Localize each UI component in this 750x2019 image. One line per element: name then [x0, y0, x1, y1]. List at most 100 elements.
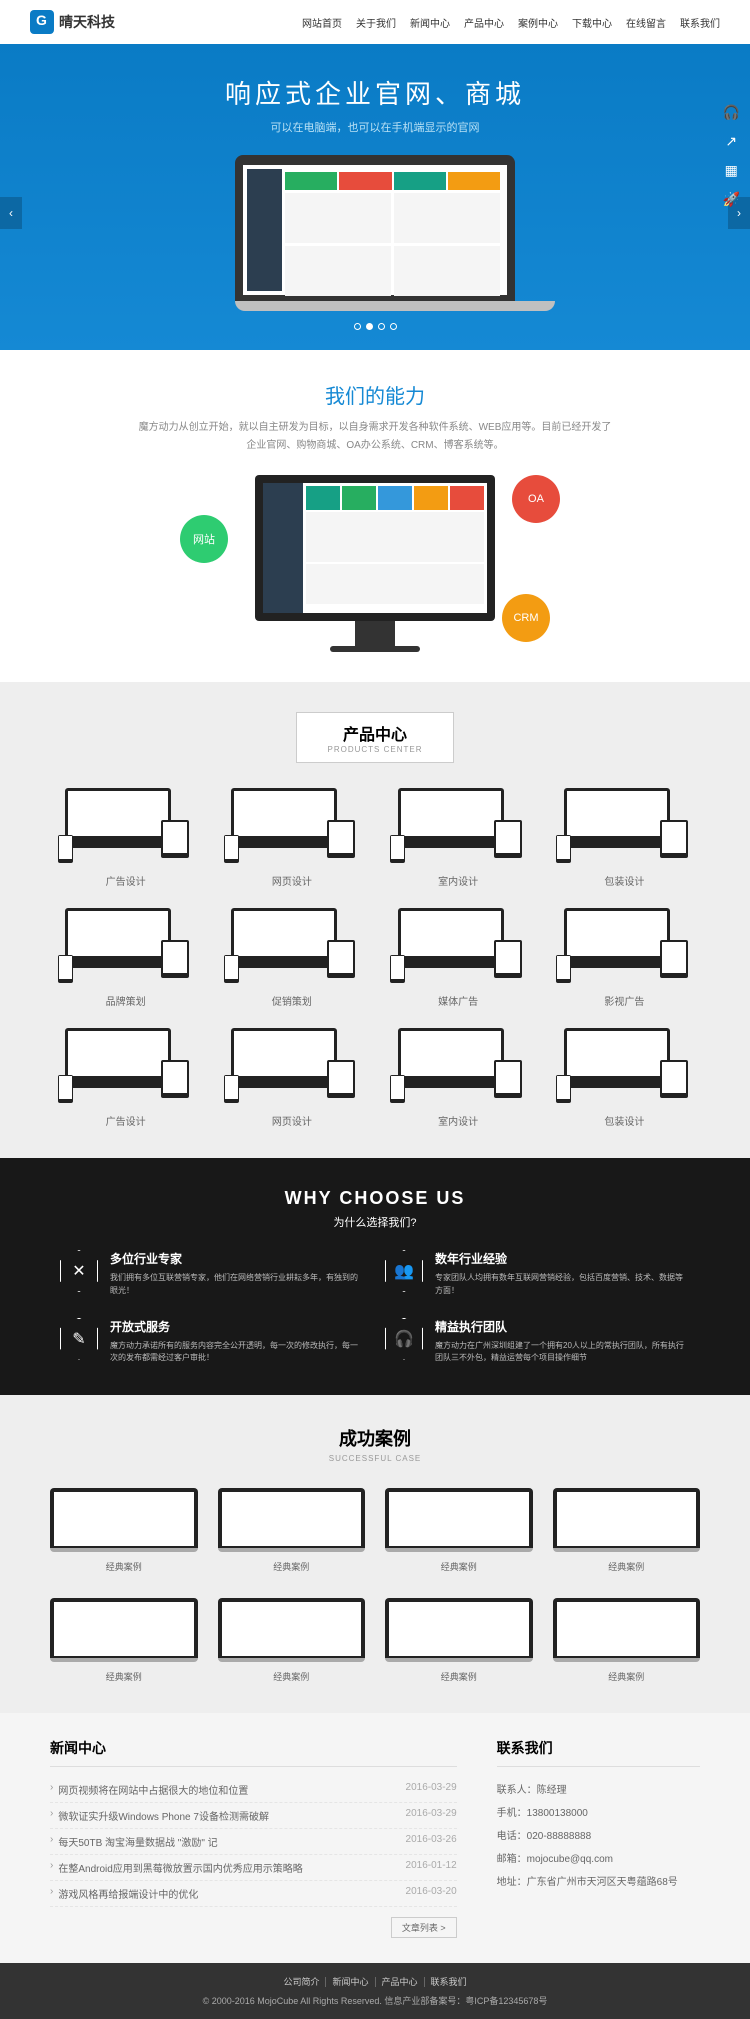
- news-item[interactable]: 在整Android应用到黑莓微放置示国内优秀应用示策略略2016-01-12: [50, 1855, 457, 1881]
- ability-graphic: 网站 OA CRM: [60, 475, 690, 652]
- hero-subtitle: 可以在电脑端，也可以在手机端显示的官网: [0, 119, 750, 135]
- carousel-dot[interactable]: [366, 323, 373, 330]
- nav-item[interactable]: 联系我们: [680, 15, 720, 30]
- products-grid: 广告设计网页设计室内设计包装设计品牌策划促销策划媒体广告影视广告广告设计网页设计…: [50, 788, 700, 1128]
- case-item[interactable]: 经典案例: [385, 1488, 533, 1573]
- news-item[interactable]: 网页视频将在网站中占据很大的地位和位置2016-03-29: [50, 1777, 457, 1803]
- news-title: 新闻中心: [50, 1738, 457, 1767]
- news-item-date: 2016-03-29: [406, 1808, 457, 1823]
- circle-web[interactable]: 网站: [180, 515, 228, 563]
- news-item-title: 在整Android应用到黑莓微放置示国内优秀应用示策略略: [58, 1860, 405, 1875]
- contact-label: 联系人：: [497, 1785, 537, 1796]
- contact-line: 地址：广东省广州市天河区天粤蕴路68号: [497, 1869, 700, 1892]
- contact-value: 陈经理: [537, 1785, 567, 1796]
- news-item[interactable]: 微软证实升级Windows Phone 7设备检测需破解2016-03-29: [50, 1803, 457, 1829]
- carousel-dot[interactable]: [354, 323, 361, 330]
- rocket-icon[interactable]: 🚀: [723, 191, 740, 208]
- circle-crm[interactable]: CRM: [502, 594, 550, 642]
- product-item[interactable]: 室内设计: [383, 1028, 534, 1128]
- nav-item[interactable]: 网站首页: [302, 15, 342, 30]
- news-item-date: 2016-03-29: [406, 1782, 457, 1797]
- footer: 公司简介新闻中心产品中心联系我们 © 2000-2016 MojoCube Al…: [0, 1963, 750, 2019]
- cases-section: 成功案例 SUCCESSFUL CASE 经典案例经典案例经典案例经典案例经典案…: [0, 1395, 750, 1713]
- why-icon: 👥: [385, 1250, 423, 1292]
- why-section: WHY CHOOSE US 为什么选择我们? ✕多位行业专家我们拥有多位互联营销…: [0, 1158, 750, 1395]
- news-item[interactable]: 每天50TB 淘宝海量数据战 "激励" 记2016-03-26: [50, 1829, 457, 1855]
- nav-item[interactable]: 关于我们: [356, 15, 396, 30]
- news-item-title: 微软证实升级Windows Phone 7设备检测需破解: [58, 1808, 405, 1823]
- cases-grid: 经典案例经典案例经典案例经典案例经典案例经典案例经典案例经典案例: [50, 1488, 700, 1683]
- why-item-title: 数年行业经验: [435, 1250, 690, 1267]
- why-item: 🎧精益执行团队魔方动力在广州深圳组建了一个拥有20人以上的常执行团队，所有执行团…: [385, 1318, 690, 1366]
- logo[interactable]: 晴天科技: [30, 10, 115, 34]
- news-item-title: 每天50TB 淘宝海量数据战 "激励" 记: [58, 1834, 405, 1849]
- carousel-prev[interactable]: ‹: [0, 197, 22, 229]
- circle-oa[interactable]: OA: [512, 475, 560, 523]
- product-label: 室内设计: [383, 873, 534, 888]
- contact-title: 联系我们: [497, 1738, 700, 1767]
- share-icon[interactable]: ↗: [723, 133, 740, 150]
- case-item[interactable]: 经典案例: [385, 1598, 533, 1683]
- nav-item[interactable]: 产品中心: [464, 15, 504, 30]
- product-label: 室内设计: [383, 1113, 534, 1128]
- news-column: 新闻中心 网页视频将在网站中占据很大的地位和位置2016-03-29微软证实升级…: [50, 1738, 457, 1938]
- case-label: 经典案例: [553, 1560, 701, 1573]
- contact-value: 020-88888888: [527, 1831, 592, 1842]
- product-item[interactable]: 品牌策划: [50, 908, 201, 1008]
- product-item[interactable]: 广告设计: [50, 788, 201, 888]
- product-label: 广告设计: [50, 1113, 201, 1128]
- case-item[interactable]: 经典案例: [50, 1598, 198, 1683]
- nav-item[interactable]: 新闻中心: [410, 15, 450, 30]
- product-item[interactable]: 包装设计: [549, 788, 700, 888]
- contact-line: 手机：13800138000: [497, 1800, 700, 1823]
- side-tools: 🎧 ↗ ▦ 🚀: [723, 104, 740, 208]
- why-item: ✎开放式服务魔方动力承诺所有的服务内容完全公开透明，每一次的修改执行，每一次的发…: [60, 1318, 365, 1366]
- nav-item[interactable]: 在线留言: [626, 15, 666, 30]
- carousel-dot[interactable]: [390, 323, 397, 330]
- products-title-box: 产品中心 PRODUCTS CENTER: [296, 712, 453, 763]
- news-more-button[interactable]: 文章列表 >: [391, 1917, 457, 1938]
- carousel-dot[interactable]: [378, 323, 385, 330]
- why-item: 👥数年行业经验专家团队人均拥有数年互联网营销经验，包括百度营销、技术、数据等方面…: [385, 1250, 690, 1298]
- product-label: 网页设计: [216, 1113, 367, 1128]
- hero-laptop: [235, 155, 515, 311]
- case-label: 经典案例: [385, 1670, 533, 1683]
- footer-link[interactable]: 新闻中心: [326, 1977, 375, 1987]
- why-icon: ✕: [60, 1250, 98, 1292]
- case-item[interactable]: 经典案例: [553, 1488, 701, 1573]
- headset-icon[interactable]: 🎧: [723, 104, 740, 121]
- product-item[interactable]: 室内设计: [383, 788, 534, 888]
- nav-item[interactable]: 下载中心: [572, 15, 612, 30]
- product-item[interactable]: 网页设计: [216, 1028, 367, 1128]
- case-item[interactable]: 经典案例: [218, 1598, 366, 1683]
- why-grid: ✕多位行业专家我们拥有多位互联营销专家，他们在网络营销行业耕耘多年，有独到的眼光…: [60, 1250, 690, 1365]
- products-title: 产品中心: [327, 721, 422, 745]
- header: 晴天科技 网站首页关于我们新闻中心产品中心案例中心下载中心在线留言联系我们: [0, 0, 750, 44]
- nav-item[interactable]: 案例中心: [518, 15, 558, 30]
- contact-value: mojocube@qq.com: [527, 1854, 613, 1865]
- contact-label: 地址：: [497, 1877, 527, 1888]
- product-item[interactable]: 网页设计: [216, 788, 367, 888]
- footer-link[interactable]: 联系我们: [425, 1977, 473, 1987]
- contact-line: 邮箱：mojocube@qq.com: [497, 1846, 700, 1869]
- footer-link[interactable]: 公司简介: [277, 1977, 326, 1987]
- news-item-date: 2016-03-20: [406, 1886, 457, 1901]
- contact-line: 联系人：陈经理: [497, 1777, 700, 1800]
- why-item-desc: 魔方动力在广州深圳组建了一个拥有20人以上的常执行团队，所有执行团队三不外包，精…: [435, 1340, 690, 1366]
- case-item[interactable]: 经典案例: [553, 1598, 701, 1683]
- contact-column: 联系我们 联系人：陈经理手机：13800138000电话：020-8888888…: [497, 1738, 700, 1938]
- product-label: 促销策划: [216, 993, 367, 1008]
- product-item[interactable]: 媒体广告: [383, 908, 534, 1008]
- why-item-title: 开放式服务: [110, 1318, 365, 1335]
- product-item[interactable]: 影视广告: [549, 908, 700, 1008]
- case-item[interactable]: 经典案例: [218, 1488, 366, 1573]
- product-item[interactable]: 包装设计: [549, 1028, 700, 1128]
- news-item[interactable]: 游戏风格再给报端设计中的优化2016-03-20: [50, 1881, 457, 1907]
- why-item: ✕多位行业专家我们拥有多位互联营销专家，他们在网络营销行业耕耘多年，有独到的眼光…: [60, 1250, 365, 1298]
- case-label: 经典案例: [553, 1670, 701, 1683]
- product-item[interactable]: 广告设计: [50, 1028, 201, 1128]
- footer-link[interactable]: 产品中心: [376, 1977, 425, 1987]
- qr-icon[interactable]: ▦: [723, 162, 740, 179]
- case-item[interactable]: 经典案例: [50, 1488, 198, 1573]
- product-item[interactable]: 促销策划: [216, 908, 367, 1008]
